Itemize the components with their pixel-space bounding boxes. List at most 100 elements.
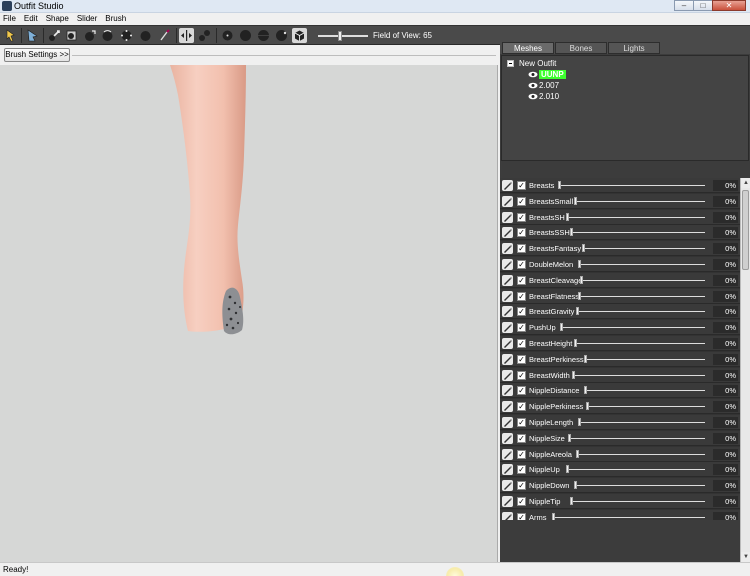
slider-track[interactable] [584,390,705,392]
slider-checkbox[interactable]: ✓ [517,228,526,238]
move-brush-icon[interactable] [82,28,97,43]
slider-track[interactable] [574,200,705,202]
slider-checkbox[interactable]: ✓ [517,449,526,459]
slider-thumb[interactable] [578,291,581,300]
slider-value[interactable]: 0% [713,290,738,302]
brush-settings-button[interactable]: Brush Settings >> [4,48,70,62]
slider-value[interactable]: 0% [713,306,738,318]
slider-value[interactable]: 0% [713,195,738,207]
slider-thumb[interactable] [568,433,571,442]
slider-value[interactable]: 0% [713,496,738,507]
minimize-button[interactable]: – [674,0,694,11]
slider-track[interactable] [576,453,705,455]
slider-track[interactable] [568,437,705,439]
slider-thumb[interactable] [578,418,581,426]
slider-value[interactable]: 0% [713,227,738,239]
edit-slider-brush-icon[interactable] [502,180,513,191]
slider-value[interactable]: 0% [713,243,738,255]
slider-thumb[interactable] [580,275,583,284]
fov-slider-thumb[interactable] [338,31,342,41]
mesh-item-2010[interactable]: 2.010 [528,92,559,101]
slider-thumb[interactable] [574,339,577,347]
fov-slider-track[interactable] [318,35,368,37]
slider-thumb[interactable] [574,481,577,490]
slider-value[interactable]: 0% [713,417,738,428]
slider-track[interactable] [570,232,705,234]
edit-slider-brush-icon[interactable] [502,259,513,270]
slider-value[interactable]: 0% [713,480,738,492]
slider-track[interactable] [582,248,705,250]
slider-thumb[interactable] [566,212,569,221]
edit-slider-brush-icon[interactable] [502,432,513,444]
slider-track[interactable] [586,406,705,408]
menu-shape[interactable]: Shape [46,13,69,24]
show-textures-icon[interactable] [256,28,271,43]
mask-brush-icon[interactable] [25,28,40,43]
edit-slider-brush-icon[interactable] [502,227,513,239]
slider-checkbox[interactable]: ✓ [517,354,526,364]
slider-thumb[interactable] [582,244,585,253]
maximize-button[interactable]: □ [693,0,713,11]
eye-icon[interactable] [528,82,538,89]
edit-slider-brush-icon[interactable] [502,274,513,286]
slider-value[interactable]: 0% [713,322,738,334]
slider-thumb[interactable] [584,386,587,395]
edit-slider-brush-icon[interactable] [502,480,513,492]
slider-value[interactable]: 0% [713,385,738,397]
slider-track[interactable] [584,358,705,360]
slider-checkbox[interactable]: ✓ [517,244,526,254]
edit-slider-brush-icon[interactable] [502,496,513,507]
slider-value[interactable]: 0% [713,338,738,349]
slider-checkbox[interactable]: ✓ [517,275,526,285]
slider-track[interactable] [574,343,705,344]
edit-slider-brush-icon[interactable] [502,401,513,413]
close-button[interactable]: ✕ [712,0,746,11]
show-lighting-icon[interactable] [238,28,253,43]
slider-track[interactable] [578,295,705,297]
slider-checkbox[interactable]: ✓ [517,307,526,317]
smooth-brush-icon[interactable] [100,28,115,43]
slider-track[interactable] [566,469,705,471]
slider-value[interactable]: 0% [713,180,738,191]
slider-thumb[interactable] [566,465,569,474]
slider-checkbox[interactable]: ✓ [517,323,526,333]
slider-value[interactable]: 0% [713,259,738,270]
slider-checkbox[interactable]: ✓ [517,181,526,190]
select-tool-icon[interactable] [3,28,18,43]
slider-checkbox[interactable]: ✓ [517,418,526,427]
slider-thumb[interactable] [578,260,581,268]
slider-value[interactable]: 0% [713,274,738,286]
slider-checkbox[interactable]: ✓ [517,497,526,506]
slider-thumb[interactable] [584,354,587,363]
scroll-down-icon[interactable]: ▼ [741,552,750,562]
menu-brush[interactable]: Brush [105,13,126,24]
slider-value[interactable]: 0% [713,464,738,476]
tab-lights[interactable]: Lights [608,42,660,54]
slider-track[interactable] [578,422,705,423]
eye-icon[interactable] [528,71,538,78]
slider-track[interactable] [560,327,705,329]
slider-checkbox[interactable]: ✓ [517,196,526,206]
slider-value[interactable]: 0% [713,211,738,223]
slider-track[interactable] [580,279,705,281]
edit-slider-brush-icon[interactable] [502,448,513,460]
inflate-brush-icon[interactable] [47,28,62,43]
slider-thumb[interactable] [586,402,589,411]
slider-checkbox[interactable]: ✓ [517,402,526,412]
menu-slider[interactable]: Slider [77,13,97,24]
slider-checkbox[interactable]: ✓ [517,386,526,396]
cube-view-icon[interactable] [292,28,307,43]
slider-value[interactable]: 0% [713,511,738,520]
slider-track[interactable] [572,374,705,376]
3d-viewport[interactable] [0,65,498,562]
edit-slider-brush-icon[interactable] [502,243,513,255]
menu-edit[interactable]: Edit [24,13,38,24]
slider-track[interactable] [552,516,705,518]
slider-checkbox[interactable]: ✓ [517,465,526,475]
edit-slider-brush-icon[interactable] [502,369,513,381]
slider-checkbox[interactable]: ✓ [517,370,526,380]
tab-bones[interactable]: Bones [555,42,607,54]
slider-track[interactable] [570,501,705,502]
slider-checkbox[interactable]: ✓ [517,481,526,491]
eye-icon[interactable] [528,93,538,100]
